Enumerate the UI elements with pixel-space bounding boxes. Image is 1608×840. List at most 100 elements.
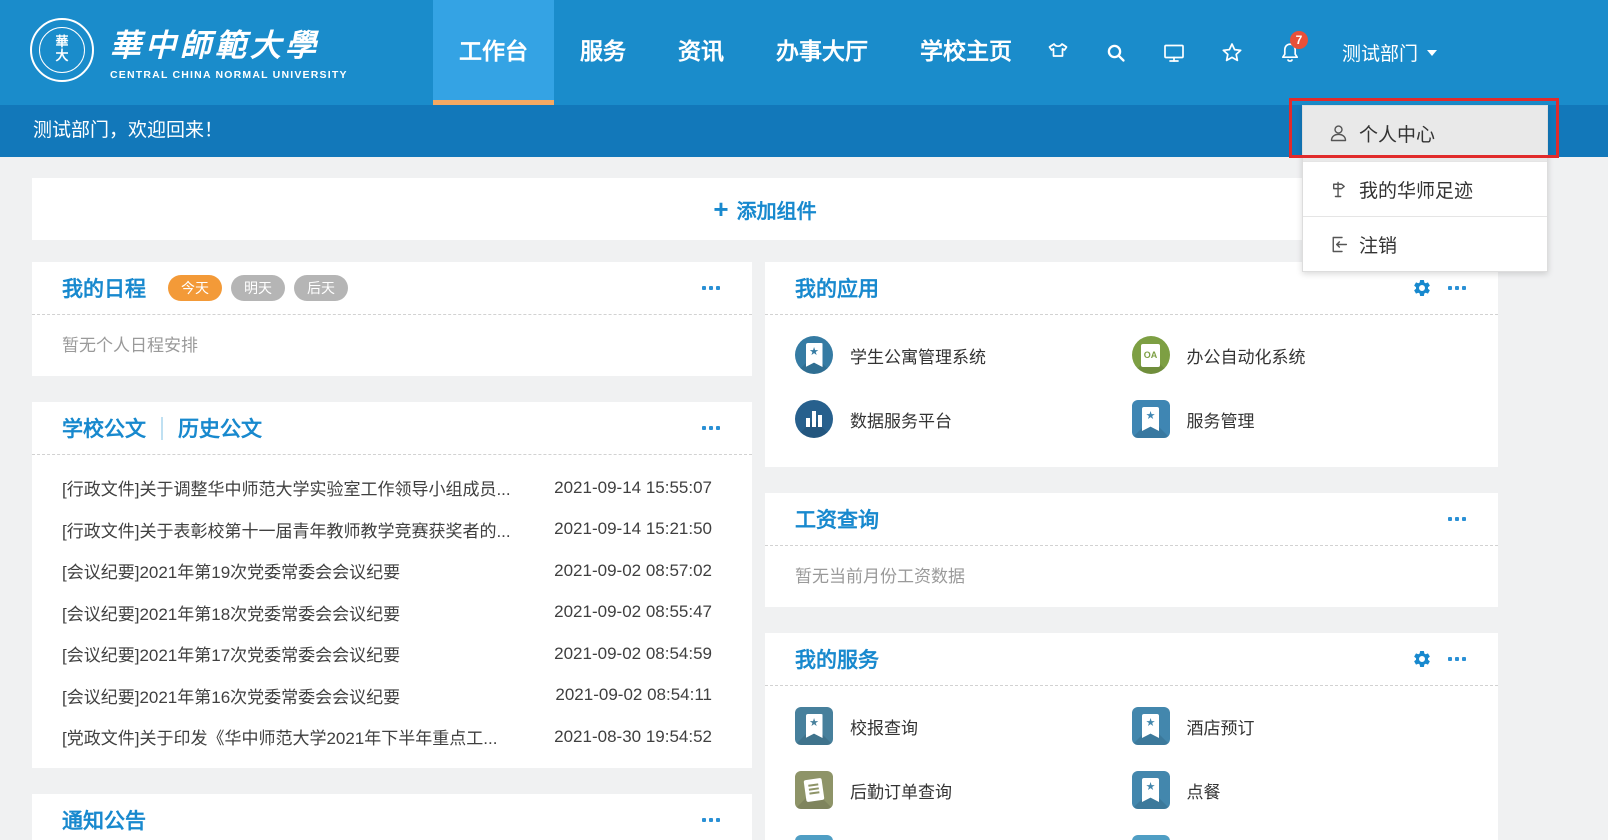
nav-tab-services[interactable]: 服务: [554, 0, 652, 105]
top-navbar: 華 大 華中師範大學 CENTRAL CHINA NORMAL UNIVERSI…: [0, 0, 1608, 105]
service-label: 后勤订单查询: [850, 778, 952, 803]
my-apps-card: 我的应用 学生公寓管理系统 OA 办公自动化系统: [765, 262, 1498, 467]
award-ribbon-icon: [1132, 771, 1170, 809]
document-title: [会议纪要]2021年第17次党委常委会会议纪要: [62, 641, 400, 666]
left-column: 我的日程 今天 明天 后天 暂无个人日程安排 学校公文 历史公: [32, 262, 752, 840]
app-label: 数据服务平台: [850, 407, 952, 432]
document-title: [会议纪要]2021年第19次党委常委会会议纪要: [62, 558, 400, 583]
menu-item-personal-center[interactable]: 个人中心: [1303, 106, 1547, 161]
document-row[interactable]: [会议纪要]2021年第16次党委常委会会议纪要 2021-09-02 08:5…: [32, 675, 752, 717]
more-options-icon[interactable]: [1446, 511, 1468, 527]
document-row[interactable]: [行政文件]关于表彰校第十一届青年教师教学竞赛获奖者的... 2021-09-1…: [32, 509, 752, 551]
app-item-service-mgmt[interactable]: 服务管理: [1132, 395, 1469, 443]
menu-item-logout[interactable]: 注销: [1303, 216, 1547, 271]
tab-school-documents[interactable]: 学校公文: [62, 413, 146, 443]
notification-bell-icon[interactable]: 7: [1278, 41, 1302, 65]
favorite-star-icon[interactable]: [1220, 41, 1244, 65]
schedule-title: 我的日程: [62, 273, 146, 303]
theme-shirt-icon[interactable]: [1046, 41, 1070, 65]
app-label: 学生公寓管理系统: [850, 343, 986, 368]
nav-tab-service-hall[interactable]: 办事大厅: [750, 0, 894, 105]
documents-card: 学校公文 历史公文 [行政文件]关于调整华中师范大学实验室工作领导小组成员...…: [32, 402, 752, 768]
nav-tab-news[interactable]: 资讯: [652, 0, 750, 105]
notice-title: 通知公告: [62, 805, 146, 835]
document-title: [党政文件]关于印发《华中师范大学2021年下半年重点工...: [62, 724, 497, 749]
menu-item-label: 注销: [1359, 231, 1397, 258]
app-item-data-platform[interactable]: 数据服务平台: [795, 395, 1132, 443]
services-grid: 校报查询 酒店预订 后勤订单查询 点餐: [765, 686, 1498, 840]
monitor-icon[interactable]: [1162, 41, 1186, 65]
my-services-title: 我的服务: [795, 644, 879, 674]
award-ribbon-icon: [1132, 400, 1170, 438]
logout-icon: [1328, 234, 1349, 255]
document-title: [行政文件]关于表彰校第十一届青年教师教学竞赛获奖者的...: [62, 517, 511, 542]
search-icon[interactable]: [1104, 41, 1128, 65]
document-date: 2021-09-02 08:55:47: [554, 602, 712, 622]
document-list: [行政文件]关于调整华中师范大学实验室工作领导小组成员... 2021-09-1…: [32, 455, 752, 768]
oa-document-icon: OA: [1132, 336, 1170, 374]
my-apps-title: 我的应用: [795, 273, 879, 303]
nav-tab-workbench[interactable]: 工作台: [433, 0, 554, 105]
main-content: + 添加组件 我的日程 今天 明天 后天 暂无个人日程安排: [32, 178, 1498, 840]
bar-chart-icon: [795, 400, 833, 438]
document-date: 2021-08-30 19:54:52: [554, 727, 712, 747]
more-options-icon[interactable]: [1446, 651, 1468, 667]
notice-card: 通知公告: [32, 794, 752, 840]
service-label: 酒店预订: [1187, 714, 1255, 739]
tab-today[interactable]: 今天: [168, 275, 222, 301]
service-item-partial[interactable]: [795, 830, 1132, 840]
service-label: 校报查询: [850, 714, 918, 739]
gear-icon[interactable]: [1412, 649, 1432, 669]
more-options-icon[interactable]: [700, 280, 722, 296]
apps-grid: 学生公寓管理系统 OA 办公自动化系统 数据服务平台 服务管理: [765, 315, 1498, 467]
university-name-cn: 華中師範大學: [110, 20, 348, 65]
service-item-school-paper[interactable]: 校报查询: [795, 702, 1132, 750]
seal-char-bottom: 大: [55, 50, 68, 64]
more-options-icon[interactable]: [1446, 280, 1468, 296]
add-widget-button[interactable]: + 添加组件: [32, 178, 1498, 240]
schedule-card: 我的日程 今天 明天 后天 暂无个人日程安排: [32, 262, 752, 376]
person-icon: [1328, 123, 1349, 144]
more-options-icon[interactable]: [700, 420, 722, 436]
document-date: 2021-09-02 08:54:11: [555, 685, 712, 705]
user-dropdown-trigger[interactable]: 测试部门: [1342, 0, 1437, 105]
tab-tomorrow[interactable]: 明天: [231, 275, 285, 301]
document-row[interactable]: [会议纪要]2021年第17次党委常委会会议纪要 2021-09-02 08:5…: [32, 633, 752, 675]
navbar-icons: 7: [1046, 0, 1302, 105]
document-row[interactable]: [会议纪要]2021年第18次党委常委会会议纪要 2021-09-02 08:5…: [32, 592, 752, 634]
tab-history-documents[interactable]: 历史公文: [178, 413, 262, 443]
menu-item-footprints[interactable]: 我的华师足迹: [1303, 161, 1547, 216]
service-item-hotel[interactable]: 酒店预订: [1132, 702, 1469, 750]
document-row[interactable]: [行政文件]关于调整华中师范大学实验室工作领导小组成员... 2021-09-1…: [32, 467, 752, 509]
award-ribbon-icon: [1132, 835, 1170, 840]
tab-divider: [161, 417, 163, 440]
document-date: 2021-09-14 15:21:50: [554, 519, 712, 539]
university-logo[interactable]: 華 大 華中師範大學 CENTRAL CHINA NORMAL UNIVERSI…: [30, 18, 348, 82]
document-row[interactable]: [会议纪要]2021年第19次党委常委会会议纪要 2021-09-02 08:5…: [32, 550, 752, 592]
university-name-en: CENTRAL CHINA NORMAL UNIVERSITY: [110, 69, 348, 81]
document-title: [会议纪要]2021年第16次党委常委会会议纪要: [62, 683, 400, 708]
tab-day-after[interactable]: 后天: [294, 275, 348, 301]
service-item-logistics-order[interactable]: 后勤订单查询: [795, 766, 1132, 814]
nav-tab-school-home[interactable]: 学校主页: [894, 0, 1038, 105]
document-date: 2021-09-02 08:54:59: [554, 644, 712, 664]
app-item-dormitory[interactable]: 学生公寓管理系统: [795, 331, 1132, 379]
gear-icon[interactable]: [1412, 278, 1432, 298]
document-date: 2021-09-14 15:55:07: [554, 478, 712, 498]
salary-title: 工资查询: [795, 504, 879, 534]
document-title: [会议纪要]2021年第18次党委常委会会议纪要: [62, 600, 400, 625]
plus-icon: +: [713, 196, 728, 222]
document-row[interactable]: [党政文件]关于印发《华中师范大学2021年下半年重点工... 2021-08-…: [32, 716, 752, 758]
app-item-oa[interactable]: OA 办公自动化系统: [1132, 331, 1469, 379]
receipt-note-icon: [795, 771, 833, 809]
seal-char-top: 華: [55, 36, 68, 50]
notification-badge: 7: [1290, 31, 1308, 49]
service-item-partial[interactable]: [1132, 830, 1469, 840]
signpost-icon: [1328, 179, 1349, 200]
chevron-down-icon: [1427, 50, 1437, 56]
more-options-icon[interactable]: [700, 812, 722, 828]
menu-item-label: 个人中心: [1359, 120, 1435, 147]
service-item-meal-order[interactable]: 点餐: [1132, 766, 1469, 814]
service-label: 点餐: [1187, 778, 1221, 803]
schedule-day-tabs: 今天 明天 后天: [168, 275, 348, 301]
